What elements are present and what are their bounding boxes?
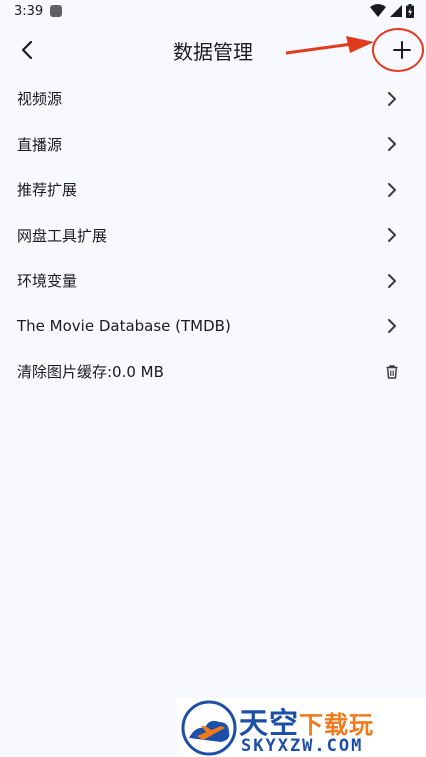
site-watermark: 天空下载玩 SKYXZW.COM xyxy=(177,698,426,757)
menu-item-label: 环境变量 xyxy=(17,272,78,291)
menu-item-recommended-extensions[interactable]: 推荐扩展 xyxy=(0,167,426,213)
menu-item-label: 推荐扩展 xyxy=(17,181,78,200)
annotation-arrow xyxy=(286,36,374,55)
cloud-plane-logo-icon xyxy=(181,700,237,756)
menu-item-clear-image-cache[interactable]: 清除图片缓存:0.0 MB xyxy=(0,349,426,395)
menu-item-label: 直播源 xyxy=(17,135,63,154)
status-bar: 3:39 xyxy=(0,0,426,24)
menu-item-live-source[interactable]: 直播源 xyxy=(0,122,426,168)
battery-icon xyxy=(406,4,414,18)
signal-icon xyxy=(390,5,402,17)
clear-cache-button[interactable] xyxy=(384,364,400,380)
chevron-right-icon xyxy=(388,91,396,106)
watermark-title-accent: 下载玩 xyxy=(299,711,375,739)
wifi-icon xyxy=(370,4,386,17)
watermark-url: SKYXZW.COM xyxy=(241,736,364,756)
watermark-title-main: 天空 xyxy=(239,706,300,740)
chevron-right-icon xyxy=(388,137,396,152)
status-time: 3:39 xyxy=(14,4,44,19)
menu-item-environment-variables[interactable]: 环境变量 xyxy=(0,258,426,304)
data-management-menu: 视频源 直播源 推荐扩展 网盘工具扩展 环境变量 The Movie Datab… xyxy=(0,76,426,395)
chevron-right-icon xyxy=(388,319,396,334)
menu-item-cloud-drive-tools[interactable]: 网盘工具扩展 xyxy=(0,213,426,259)
chevron-right-icon xyxy=(388,228,396,243)
chevron-right-icon xyxy=(388,182,396,197)
menu-item-label: 清除图片缓存:0.0 MB xyxy=(17,363,164,382)
menu-item-video-source[interactable]: 视频源 xyxy=(0,76,426,122)
menu-item-label: 视频源 xyxy=(17,90,63,109)
menu-item-label: The Movie Database (TMDB) xyxy=(17,317,231,336)
notification-icon xyxy=(50,5,62,17)
trash-icon xyxy=(386,365,398,379)
menu-item-label: 网盘工具扩展 xyxy=(17,226,108,245)
annotation-circle xyxy=(372,28,424,72)
menu-item-tmdb[interactable]: The Movie Database (TMDB) xyxy=(0,304,426,350)
chevron-right-icon xyxy=(388,273,396,288)
